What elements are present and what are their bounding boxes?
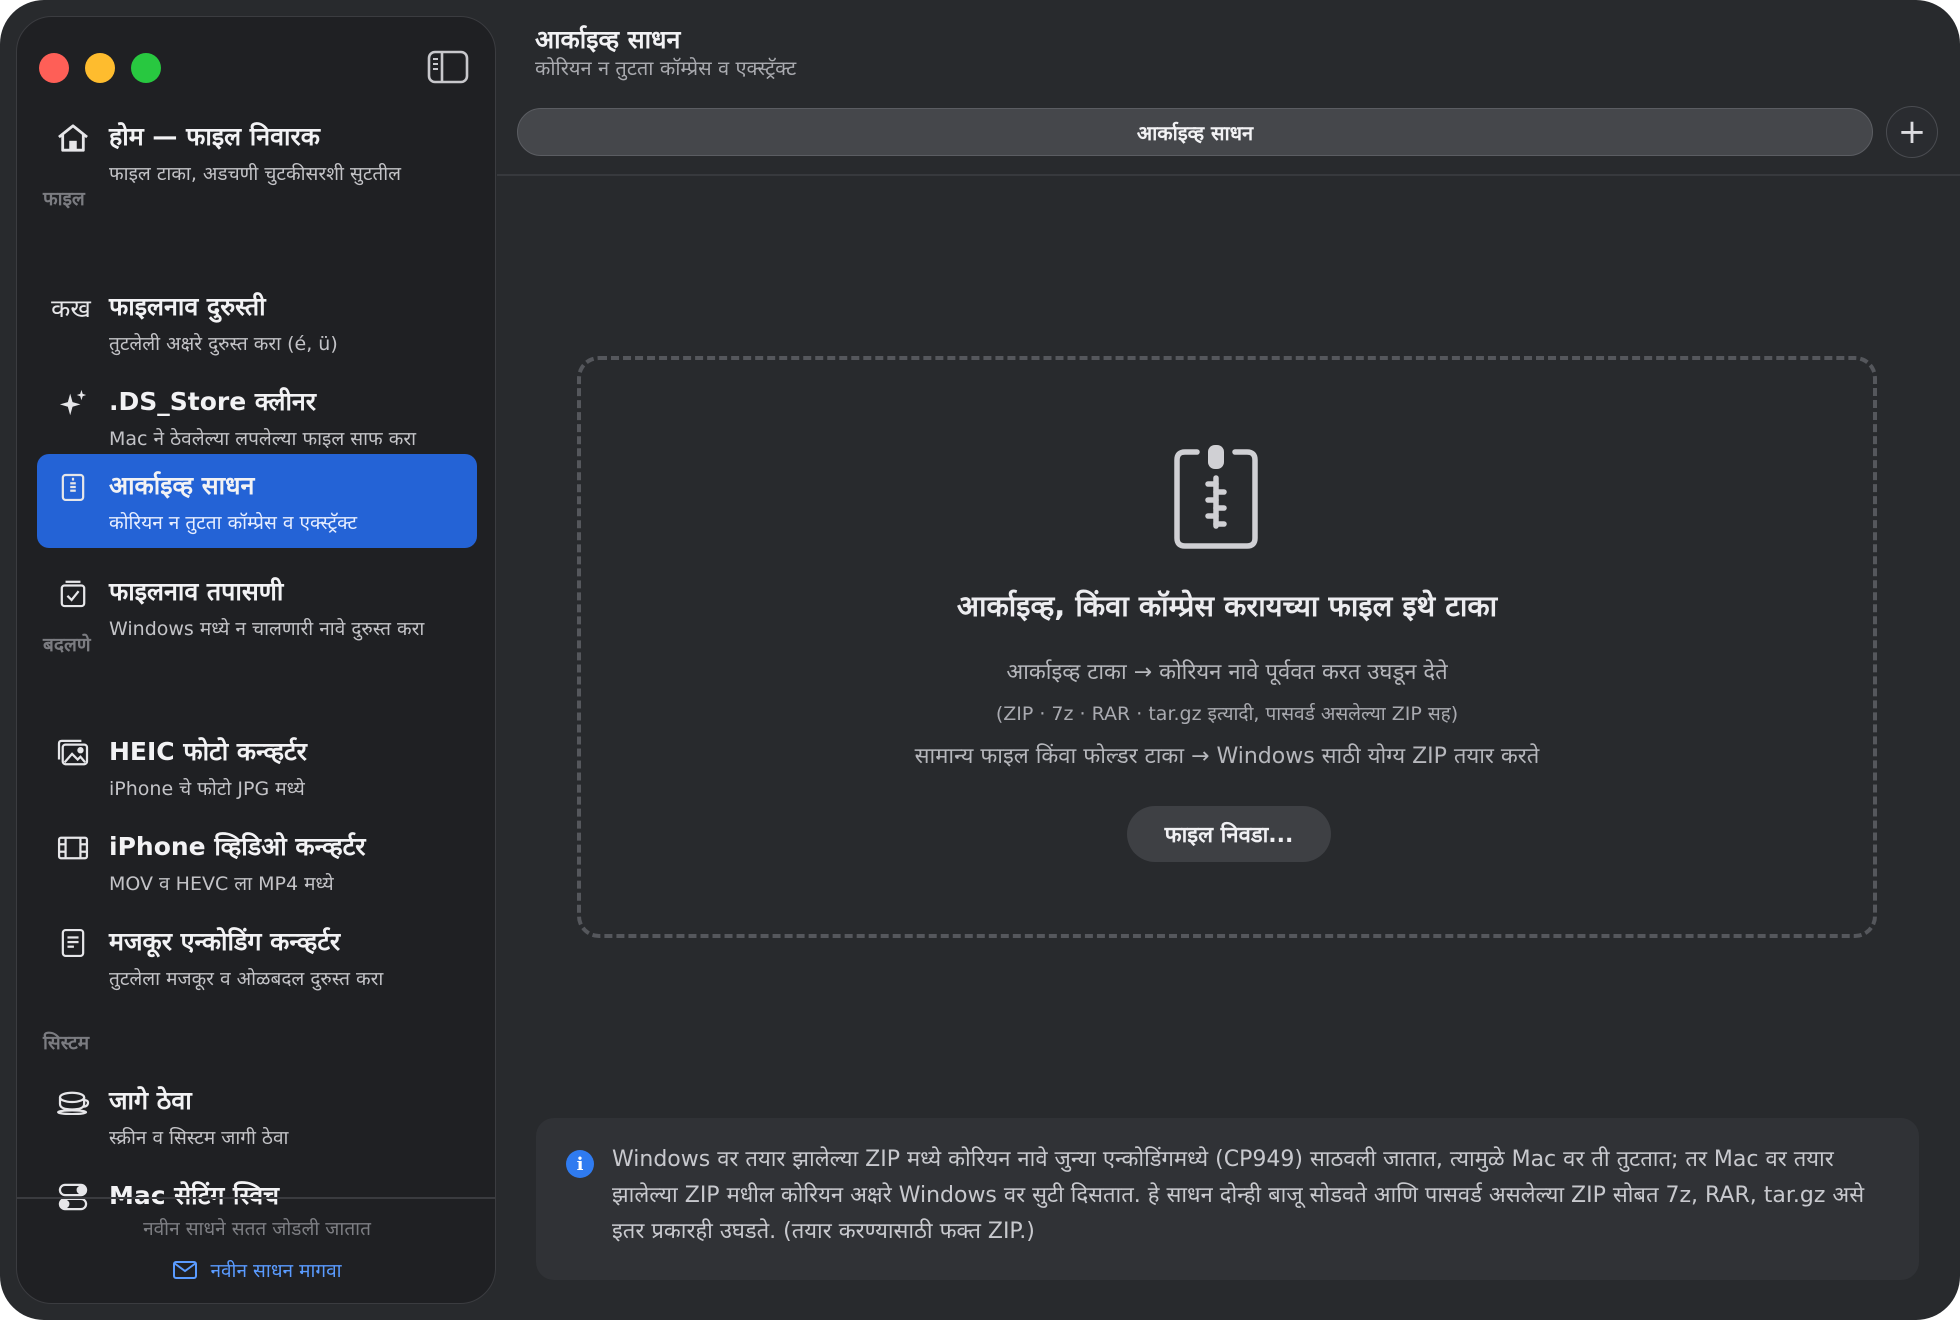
sidebar-item-title: होम — फाइल निवारक (109, 122, 320, 151)
kakha-text-icon: कख (51, 294, 91, 323)
house-icon (53, 121, 93, 155)
section-label-convert: बदलणे (43, 634, 91, 656)
main-content: आर्काइव्ह साधन कोरियन न तुटता कॉम्प्रेस … (497, 0, 1960, 1320)
tab-archive-tool[interactable]: आर्काइव्ह साधन (517, 108, 1873, 156)
sidebar-item-title: HEIC फोटो कन्व्हर्टर (109, 737, 307, 766)
sidebar-item-filename-fix[interactable]: कख फाइलनाव दुरुस्ती तुटलेली अक्षरे दुरुस… (37, 275, 477, 369)
minimize-window-button[interactable] (85, 53, 115, 83)
drop-zone-title: आर्काइव्ह, किंवा कॉम्प्रेस करायच्या फाइल… (956, 589, 1498, 623)
page-subtitle: कोरियन न तुटता कॉम्प्रेस व एक्स्ट्रॅक्ट (535, 56, 797, 80)
sidebar-item-subtitle: MOV व HEVC ला MP4 मध्ये (109, 873, 334, 895)
header-divider (497, 174, 1960, 176)
sidebar-item-subtitle: स्क्रीन व सिस्टम जागी ठेवा (109, 1127, 289, 1149)
sidebar-item-title: फाइलनाव दुरुस्ती (109, 292, 266, 321)
sidebar-item-subtitle: iPhone चे फोटो JPG मध्ये (109, 778, 305, 800)
sidebar-item-archive-tool[interactable]: आर्काइव्ह साधन कोरियन न तुटता कॉम्प्रेस … (37, 454, 477, 548)
section-label-files: फाइल (43, 188, 85, 210)
photo-stack-icon (53, 736, 93, 770)
close-window-button[interactable] (39, 53, 69, 83)
info-text: Windows वर तयार झालेल्या ZIP मध्ये कोरिय… (612, 1147, 1865, 1244)
sidebar-item-title: आर्काइव्ह साधन (109, 471, 255, 500)
zip-archive-icon (53, 470, 93, 504)
page-title: आर्काइव्ह साधन (535, 25, 681, 54)
app-window: होम — फाइल निवारक फाइल टाका, अडचणी चुटकी… (0, 0, 1960, 1320)
choose-files-button[interactable]: फाइल निवडा... (1127, 806, 1331, 862)
sidebar-item-keep-awake[interactable]: जागे ठेवा स्क्रीन व सिस्टम जागी ठेवा (37, 1069, 477, 1163)
sidebar-footer-note: नवीन साधने सतत जोडली जातात (143, 1218, 371, 1240)
envelope-icon (173, 1261, 198, 1279)
file-drop-zone[interactable]: आर्काइव्ह, किंवा कॉम्प्रेस करायच्या फाइल… (577, 356, 1877, 938)
sidebar: होम — फाइल निवारक फाइल टाका, अडचणी चुटकी… (16, 16, 496, 1304)
sidebar-item-title: मजकूर एन्कोडिंग कन्व्हर्टर (109, 927, 341, 956)
zip-archive-icon (1171, 442, 1261, 552)
info-icon: i (566, 1150, 594, 1178)
sidebar-toggle-icon[interactable] (427, 49, 469, 85)
checklist-icon (53, 576, 93, 610)
sidebar-item-title: Mac सेटिंग स्विच (109, 1181, 279, 1210)
sidebar-item-subtitle: तुटलेली अक्षरे दुरुस्त करा (é, ü) (109, 333, 338, 355)
sidebar-item-subtitle: तुटलेला मजकूर व ओळबदल दुरुस्त करा (109, 968, 384, 990)
sidebar-item-subtitle: Mac ने ठेवलेल्या लपलेल्या फाइल साफ करा (109, 428, 417, 450)
sidebar-item-heic-converter[interactable]: HEIC फोटो कन्व्हर्टर iPhone चे फोटो JPG … (37, 720, 477, 814)
sidebar-item-encoding-converter[interactable]: मजकूर एन्कोडिंग कन्व्हर्टर तुटलेला मजकूर… (37, 910, 477, 1004)
sidebar-item-video-converter[interactable]: iPhone व्हिडिओ कन्व्हर्टर MOV व HEVC ला … (37, 815, 477, 909)
request-tool-link[interactable]: नवीन साधन मागवा (17, 1257, 495, 1283)
sidebar-item-home[interactable]: होम — फाइल निवारक फाइल टाका, अडचणी चुटकी… (37, 105, 477, 199)
drop-zone-hint-archive: आर्काइव्ह टाका → कोरियन नावे पूर्ववत करत… (1006, 660, 1448, 685)
add-tab-button[interactable]: + (1886, 106, 1938, 158)
sidebar-item-mac-settings[interactable]: Mac सेटिंग स्विच (37, 1164, 477, 1258)
sidebar-item-ds-store-cleaner[interactable]: .DS_Store क्लीनर Mac ने ठेवलेल्या लपलेल्… (37, 370, 477, 464)
sparkles-icon (53, 386, 93, 420)
section-label-system: सिस्टम (43, 1032, 90, 1054)
sidebar-item-filename-check[interactable]: फाइलनाव तपासणी Windows मध्ये न चालणारी न… (37, 560, 477, 654)
sidebar-item-subtitle: Windows मध्ये न चालणारी नावे दुरुस्त करा (109, 618, 425, 640)
sidebar-item-title: iPhone व्हिडिओ कन्व्हर्टर (109, 832, 366, 861)
sidebar-item-title: फाइलनाव तपासणी (109, 577, 284, 606)
film-icon (53, 831, 93, 865)
document-text-icon (53, 926, 93, 960)
request-tool-label: नवीन साधन मागवा (210, 1260, 342, 1282)
info-box: i Windows वर तयार झालेल्या ZIP मध्ये कोर… (536, 1118, 1919, 1280)
drop-zone-hint-compress: सामान्य फाइल किंवा फोल्डर टाका → Windows… (914, 744, 1540, 769)
sidebar-item-title: .DS_Store क्लीनर (109, 387, 317, 416)
zoom-window-button[interactable] (131, 53, 161, 83)
sidebar-divider (17, 1197, 495, 1199)
coffee-cup-icon (53, 1085, 93, 1119)
drop-zone-hint-formats: (ZIP · 7z · RAR · tar.gz इत्यादी, पासवर्… (995, 703, 1459, 725)
sidebar-item-subtitle: फाइल टाका, अडचणी चुटकीसरशी सुटतील (109, 163, 402, 185)
sidebar-item-subtitle: कोरियन न तुटता कॉम्प्रेस व एक्स्ट्रॅक्ट (109, 512, 358, 534)
sidebar-item-title: जागे ठेवा (109, 1086, 192, 1115)
